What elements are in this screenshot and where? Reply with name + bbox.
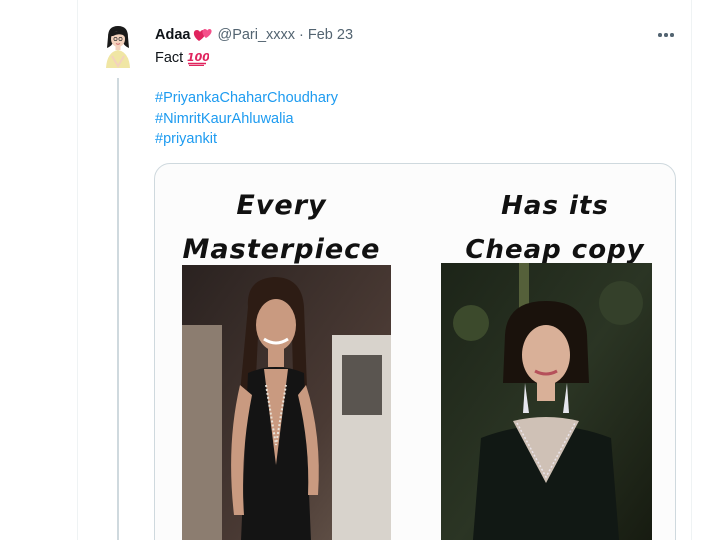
caption-right-line1: Has its [501,191,609,221]
avatar-illustration [106,26,130,68]
hashtag-link[interactable]: #NimritKaurAhluwalia [155,109,338,130]
user-handle[interactable]: @Pari_xxxx [217,27,295,43]
svg-text:100: 100 [187,51,209,64]
hashtag-link[interactable]: #priyankit [155,129,338,150]
more-horizontal-icon[interactable] [654,24,678,46]
caption-left: Every Masterpiece [169,184,394,272]
tweet-header: Adaa @Pari_xxxx · Feb 23 [155,26,353,44]
tweet-media[interactable]: Every Masterpiece Has its Cheap copy [154,163,676,540]
separator-dot: · [299,27,304,43]
caption-left-line1: Every [236,190,327,221]
caption-right: Has its Cheap copy [435,184,675,272]
tweet-timestamp[interactable]: Feb 23 [308,27,353,43]
thread-line [117,78,119,540]
photo-right [441,263,652,540]
avatar[interactable] [98,22,138,72]
hearts-emoji [193,27,213,43]
photo-left [182,265,391,540]
tweet-text: Fact 100 [155,48,209,68]
hashtag-link[interactable]: #PriyankaChaharChoudhary [155,88,338,109]
display-name[interactable]: Adaa [155,27,190,43]
hundred-points-emoji: 100 [187,50,209,66]
tweet-text-content: Fact [155,49,184,66]
hashtag-list: #PriyankaChaharChoudhary #NimritKaurAhlu… [155,88,338,150]
